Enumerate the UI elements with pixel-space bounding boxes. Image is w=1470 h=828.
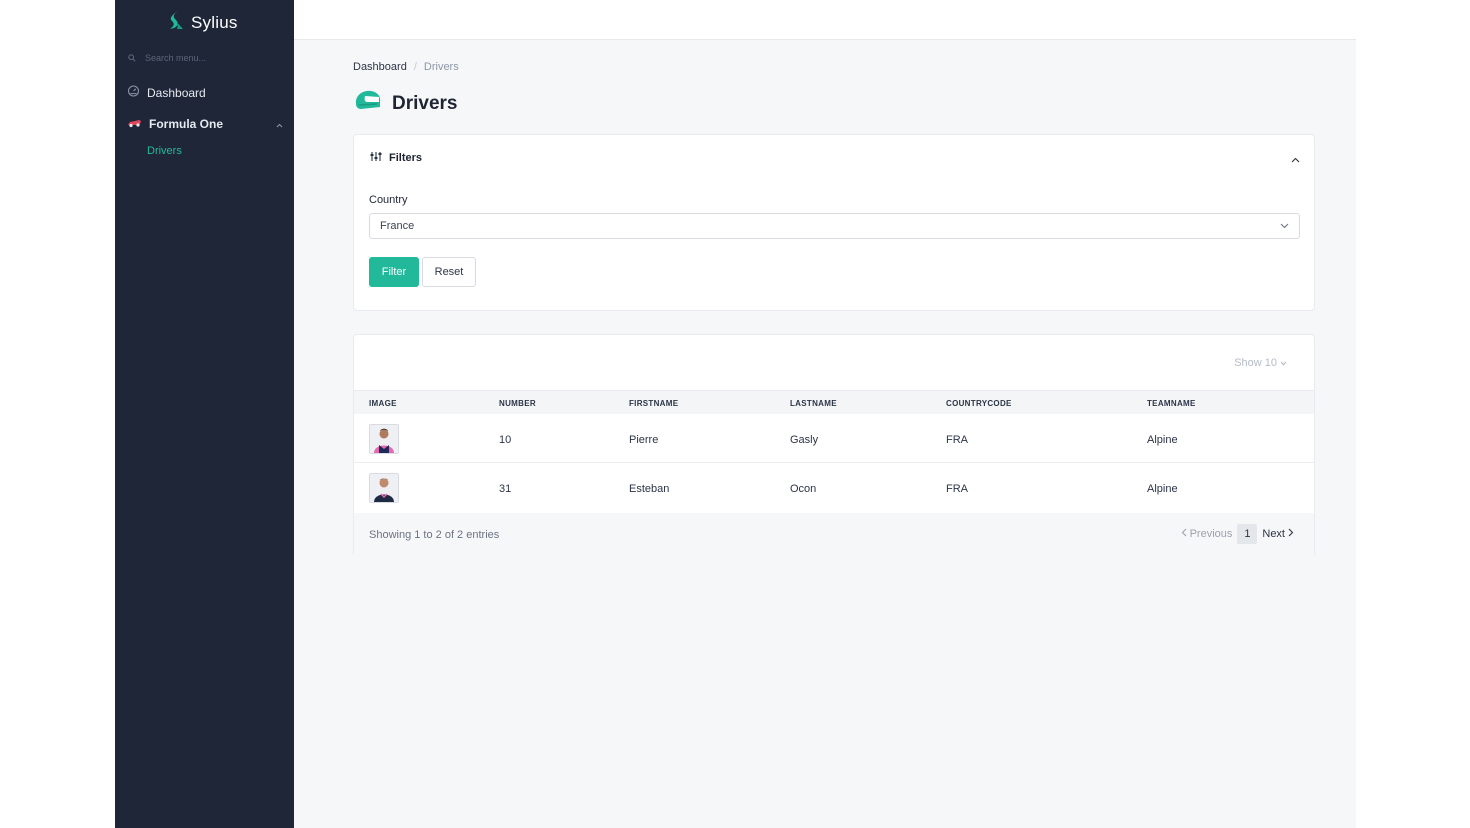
page-size-select[interactable]: Show 10 bbox=[1234, 357, 1287, 369]
sliders-icon bbox=[370, 151, 382, 165]
column-header-firstname[interactable]: FIRSTNAME bbox=[629, 399, 678, 408]
filters-header[interactable]: Filters bbox=[370, 151, 422, 165]
chevron-left-icon bbox=[1181, 528, 1187, 540]
cell-lastname: Ocon bbox=[790, 483, 817, 495]
sylius-logo-icon bbox=[168, 10, 185, 35]
table-row[interactable]: 10 Pierre Gasly FRA Alpine bbox=[354, 415, 1314, 463]
previous-label: Previous bbox=[1189, 528, 1233, 540]
driver-image bbox=[369, 424, 399, 454]
cell-number: 10 bbox=[499, 434, 512, 446]
table-footer: Showing 1 to 2 of 2 entries Previous 1 N… bbox=[354, 513, 1314, 557]
chevron-down-icon bbox=[1280, 357, 1287, 369]
drivers-table-card: Show 10 IMAGE NUMBER FIRSTNAME LASTNAME … bbox=[353, 334, 1315, 557]
sidebar: Sylius Dashboard Formula One Drivers bbox=[115, 0, 294, 828]
filters-card: Filters Country France Filter Reset bbox=[353, 134, 1315, 311]
table-header: IMAGE NUMBER FIRSTNAME LASTNAME COUNTRYC… bbox=[354, 390, 1314, 414]
sidebar-item-label: Dashboard bbox=[147, 85, 206, 100]
menu-search-input[interactable] bbox=[145, 53, 265, 63]
main-content: Dashboard / Drivers Drivers Filters Coun… bbox=[294, 0, 1356, 828]
chevron-up-icon bbox=[276, 117, 283, 131]
column-header-countrycode[interactable]: COUNTRYCODE bbox=[946, 399, 1012, 408]
column-header-image[interactable]: IMAGE bbox=[369, 399, 397, 408]
column-header-lastname[interactable]: LASTNAME bbox=[790, 399, 837, 408]
column-header-teamname[interactable]: TEAMNAME bbox=[1147, 399, 1196, 408]
cell-countrycode: FRA bbox=[946, 483, 968, 495]
dashboard-icon bbox=[127, 85, 140, 100]
next-label: Next bbox=[1262, 528, 1285, 540]
cell-firstname: Esteban bbox=[629, 483, 670, 495]
cell-teamname: Alpine bbox=[1147, 483, 1178, 495]
country-label: Country bbox=[369, 194, 408, 206]
chevron-down-icon bbox=[1280, 220, 1289, 232]
previous-page-button[interactable]: Previous bbox=[1181, 528, 1233, 540]
chevron-right-icon bbox=[1288, 528, 1294, 540]
logo[interactable]: Sylius bbox=[168, 10, 238, 35]
cell-countrycode: FRA bbox=[946, 434, 968, 446]
cell-firstname: Pierre bbox=[629, 434, 659, 446]
pagination: Previous 1 Next bbox=[1181, 524, 1294, 544]
column-header-number[interactable]: NUMBER bbox=[499, 399, 536, 408]
page-size-label: Show 10 bbox=[1234, 357, 1277, 369]
table-row[interactable]: 31 Esteban Ocon FRA Alpine bbox=[354, 464, 1314, 512]
filters-title: Filters bbox=[389, 152, 423, 164]
breadcrumb-separator: / bbox=[413, 61, 417, 73]
cell-teamname: Alpine bbox=[1147, 434, 1178, 446]
menu-search bbox=[128, 49, 265, 67]
entries-summary: Showing 1 to 2 of 2 entries bbox=[369, 529, 500, 541]
sidebar-item-formula-one[interactable]: Formula One bbox=[127, 117, 283, 131]
filter-button[interactable]: Filter bbox=[369, 257, 419, 287]
driver-image bbox=[369, 473, 399, 503]
sidebar-item-label: Formula One bbox=[149, 117, 224, 131]
breadcrumb-current: Drivers bbox=[423, 61, 459, 73]
breadcrumb: Dashboard / Drivers bbox=[353, 61, 459, 73]
reset-button[interactable]: Reset bbox=[422, 257, 476, 287]
search-icon bbox=[128, 49, 136, 67]
cell-lastname: Gasly bbox=[790, 434, 819, 446]
cell-number: 31 bbox=[499, 483, 512, 495]
sidebar-item-dashboard[interactable]: Dashboard bbox=[127, 85, 206, 100]
page-number-current[interactable]: 1 bbox=[1237, 524, 1258, 544]
top-bar bbox=[294, 0, 1356, 40]
breadcrumb-dashboard-link[interactable]: Dashboard bbox=[353, 61, 407, 73]
sidebar-item-drivers[interactable]: Drivers bbox=[147, 145, 182, 157]
chevron-up-icon[interactable] bbox=[1291, 150, 1300, 168]
country-select-value: France bbox=[380, 220, 415, 232]
app-root: Sylius Dashboard Formula One Drivers bbox=[115, 0, 1356, 828]
country-select[interactable]: France bbox=[369, 213, 1300, 239]
helmet-icon bbox=[353, 88, 382, 119]
page-header: Drivers bbox=[353, 88, 458, 119]
app-name: Sylius bbox=[191, 12, 238, 32]
next-page-button[interactable]: Next bbox=[1262, 528, 1294, 540]
page-title: Drivers bbox=[392, 92, 458, 114]
race-car-icon bbox=[127, 117, 142, 131]
